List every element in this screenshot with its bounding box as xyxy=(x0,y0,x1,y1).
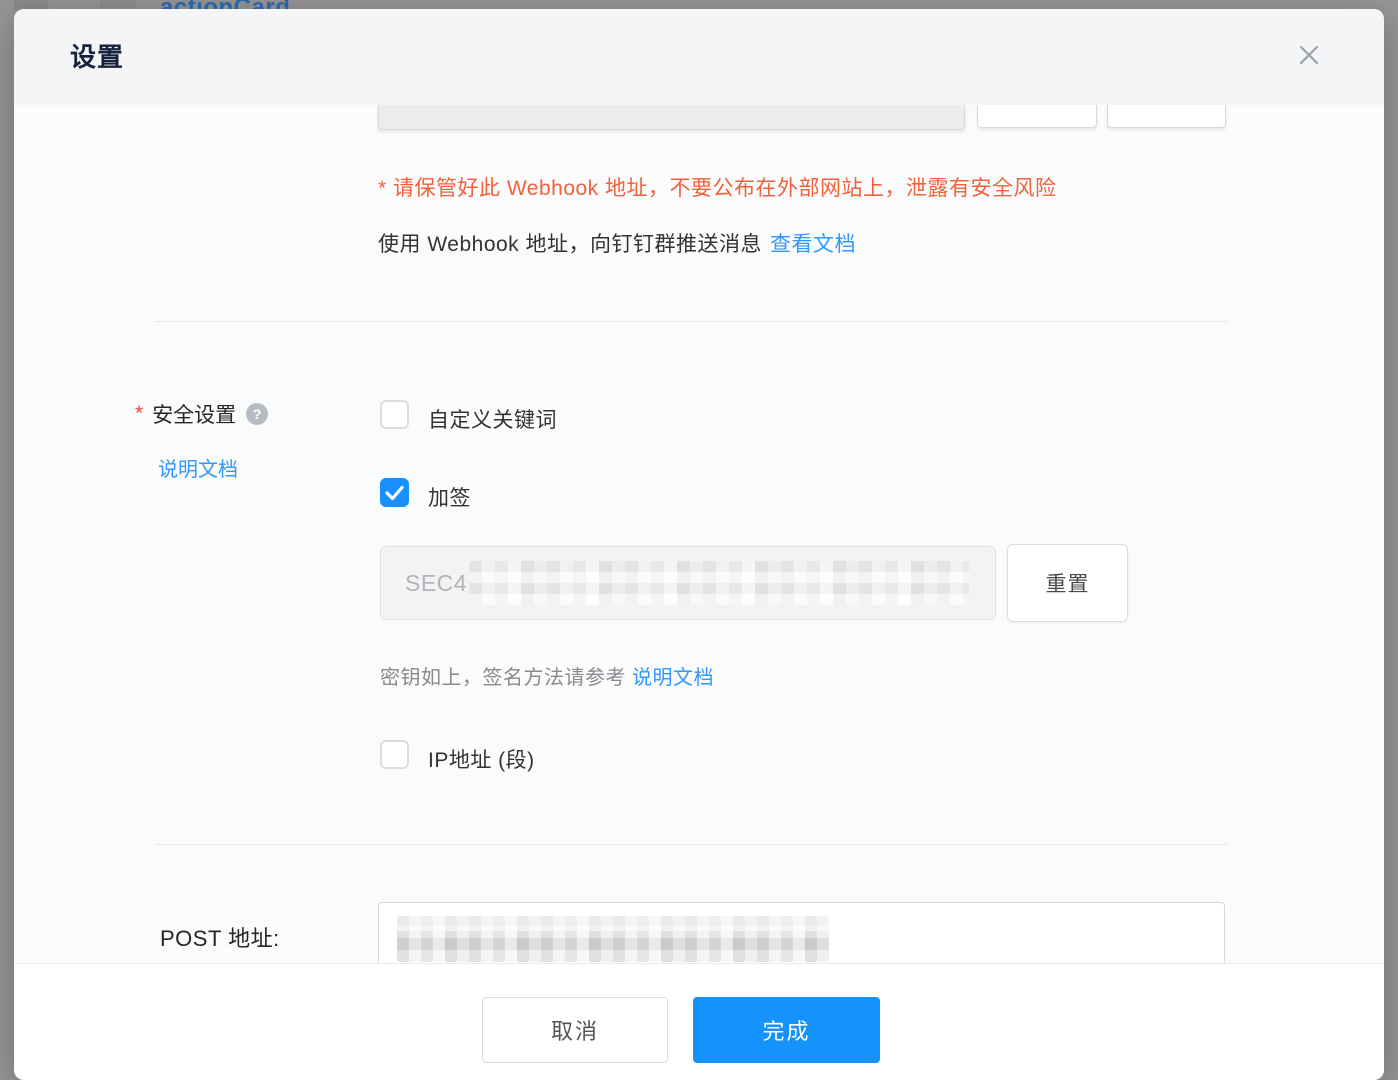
reset-secret-button[interactable]: 重置 xyxy=(1007,544,1128,622)
help-icon[interactable]: ? xyxy=(246,403,268,425)
custom-keyword-checkbox[interactable] xyxy=(380,400,409,429)
close-icon[interactable] xyxy=(1296,42,1322,68)
sign-note-text: 密钥如上，签名方法请参考 xyxy=(380,667,626,689)
ip-address-checkbox[interactable] xyxy=(380,740,409,769)
section-divider xyxy=(155,321,1228,322)
security-settings-label-row: * 安全设置 ? xyxy=(135,399,268,429)
security-docs-link[interactable]: 说明文档 xyxy=(158,453,238,482)
view-docs-link[interactable]: 查看文档 xyxy=(770,233,856,256)
cancel-button[interactable]: 取消 xyxy=(482,997,668,1063)
section-divider xyxy=(155,844,1228,845)
check-icon xyxy=(384,484,405,502)
dialog-footer: 取消 完成 xyxy=(14,963,1384,1080)
custom-keyword-label: 自定义关键词 xyxy=(428,404,557,434)
ip-address-label: IP地址 (段) xyxy=(428,744,535,774)
webhook-warning-text: * 请保管好此 Webhook 地址，不要公布在外部网站上，泄露有安全风险 xyxy=(378,172,1057,202)
background-fragment xyxy=(100,0,136,8)
usage-text: 使用 Webhook 地址，向钉钉群推送消息 xyxy=(378,233,762,256)
webhook-reset-button[interactable] xyxy=(1107,105,1226,128)
confirm-button[interactable]: 完成 xyxy=(693,997,880,1063)
webhook-usage-text: 使用 Webhook 地址，向钉钉群推送消息查看文档 xyxy=(378,228,856,258)
dialog-header: 设置 xyxy=(14,9,1384,105)
sign-checkbox[interactable] xyxy=(380,478,409,507)
dialog-title: 设置 xyxy=(70,9,124,105)
post-address-label: POST 地址: xyxy=(160,921,280,953)
required-marker: * xyxy=(135,402,143,426)
sign-secret-masked-value xyxy=(469,561,969,605)
sign-label: 加签 xyxy=(428,482,471,512)
post-address-masked-value xyxy=(397,916,829,962)
webhook-copy-button[interactable] xyxy=(977,105,1097,128)
sign-note-docs-link[interactable]: 说明文档 xyxy=(632,667,714,689)
security-settings-label: 安全设置 xyxy=(152,399,236,429)
webhook-url-input[interactable] xyxy=(378,105,965,130)
sign-secret-prefix: SEC4 xyxy=(405,570,467,597)
sign-secret-input[interactable]: SEC4 xyxy=(380,546,996,620)
settings-dialog: 设置 * 请保管好此 Webhook 地址，不要公布在外部网站上，泄露有安全风险… xyxy=(14,9,1384,1080)
sign-note: 密钥如上，签名方法请参考说明文档 xyxy=(380,661,714,690)
